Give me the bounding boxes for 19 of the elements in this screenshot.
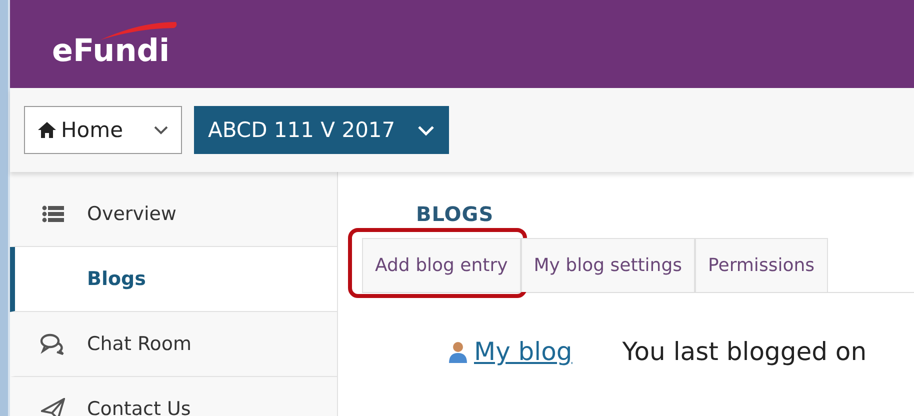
person-icon [448, 340, 468, 364]
home-icon [37, 121, 57, 139]
chevron-down-icon [417, 124, 436, 136]
chat-icon [40, 333, 66, 355]
tab[interactable]: Add blog entry [362, 238, 521, 292]
list-icon [42, 205, 64, 223]
sidebar-item[interactable]: Chat Room [10, 312, 337, 377]
site-menu[interactable]: ABCD 111 V 2017 [194, 106, 450, 154]
efundi-logo[interactable]: eFundi [52, 18, 174, 70]
paper-plane-icon [41, 398, 65, 416]
home-menu[interactable]: Home [24, 106, 182, 154]
sidebar-item[interactable]: Contact Us [10, 377, 337, 416]
tab[interactable]: My blog settings [520, 238, 696, 292]
page-heading: BLOGS [416, 202, 495, 226]
chevron-down-icon [153, 125, 169, 135]
tab[interactable]: Permissions [695, 238, 828, 292]
my-blog-link[interactable]: My blog [474, 337, 580, 366]
last-blogged-text: You last blogged on [622, 337, 867, 366]
sidebar-item[interactable]: Blogs [10, 247, 337, 312]
